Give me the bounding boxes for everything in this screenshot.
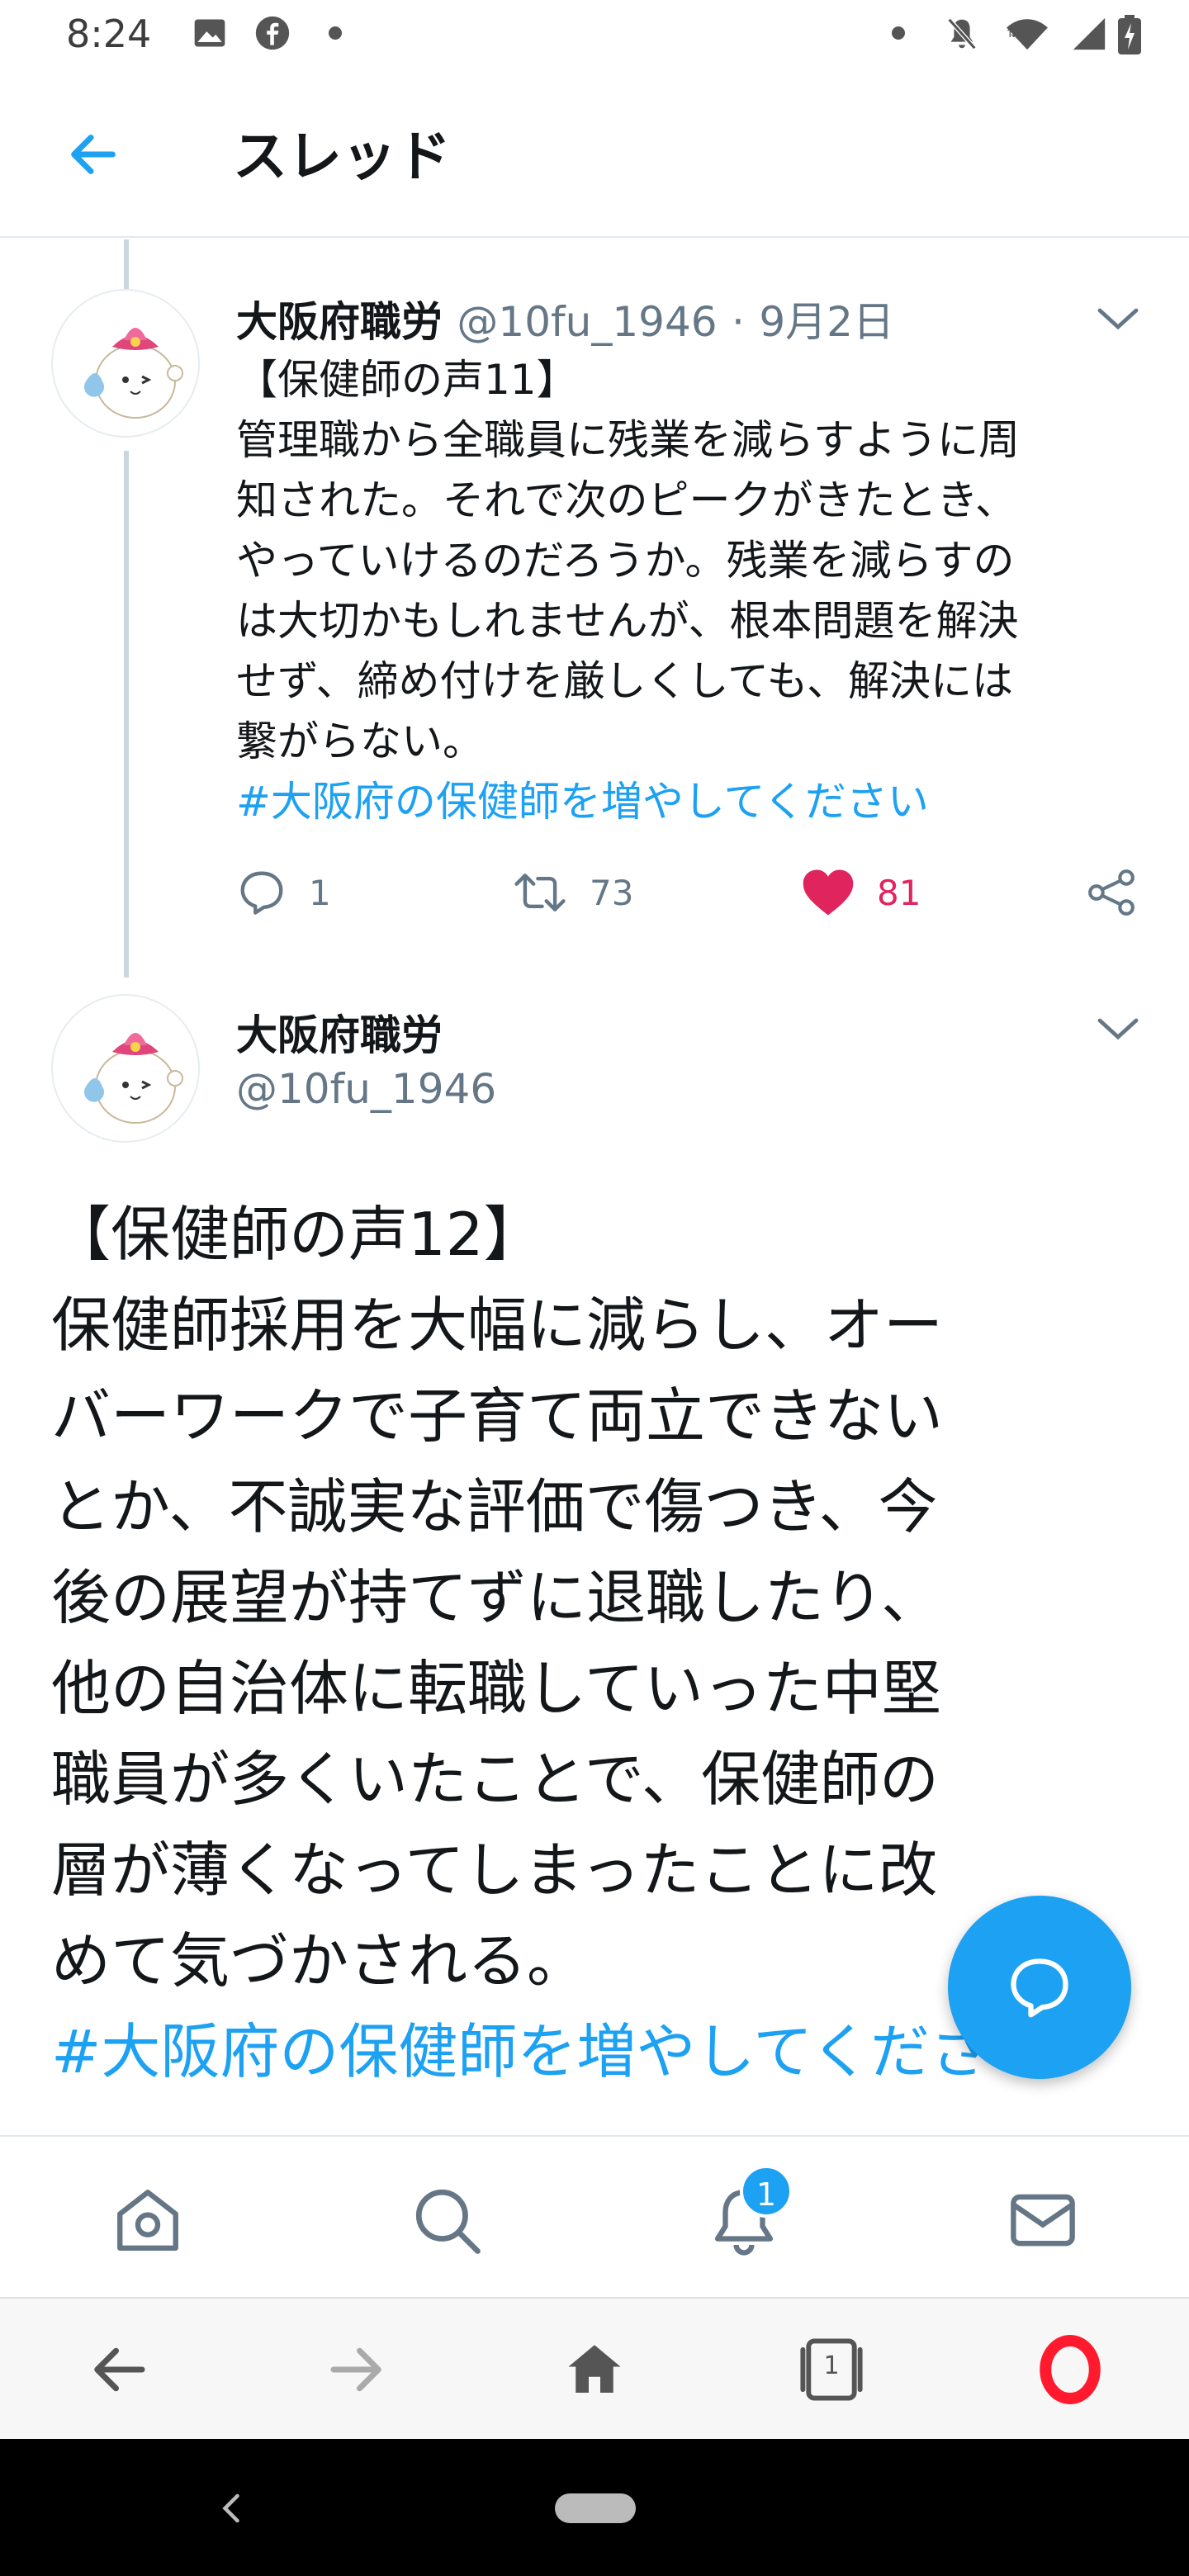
author-name[interactable]: 大阪府職労 (236, 298, 443, 346)
home-pill[interactable] (555, 2493, 636, 2523)
tweet-actions: 1 73 81 (236, 867, 1144, 925)
signal-icon (1073, 17, 1106, 50)
wifi-icon: ⇅ (1007, 19, 1048, 50)
svg-text:⇅: ⇅ (1007, 26, 1017, 40)
status-bar: 8:24 ⇅ (0, 0, 1189, 76)
retweet-icon (514, 874, 566, 912)
browser-forward-icon[interactable] (322, 2335, 391, 2404)
chevron-down-icon[interactable] (1095, 302, 1141, 335)
share-button[interactable] (1085, 867, 1138, 918)
thread-line (124, 239, 129, 289)
retweet-button[interactable]: 73 (512, 867, 633, 918)
thread-line (124, 451, 129, 978)
tweet-line: 保健師採用を大幅に減らし、オー (51, 1290, 944, 1360)
tweet-line: バーワークで子育て両立できない (51, 1381, 944, 1451)
browser-home-icon[interactable] (560, 2335, 629, 2404)
tweet-header: 大阪府職労 @10fu_1946 · 9月2日 (236, 289, 894, 348)
tweet-line: 層が薄くなってしまったことに改 (51, 1835, 938, 1905)
author-name[interactable]: 大阪府職労 (236, 1002, 443, 1062)
bottom-tab-bar (0, 2135, 1189, 2297)
tabs-button[interactable]: 1 (794, 2335, 869, 2404)
share-icon (1088, 869, 1135, 916)
tweet-line: 管理職から全職員に残業を減らすように周 (236, 416, 1020, 464)
tweet-line: 後の展望が持てずに退職したり、 (51, 1563, 941, 1632)
back-arrow-icon[interactable] (64, 125, 122, 183)
meta-separator: · (732, 298, 745, 346)
system-navigation-bar (0, 2439, 1189, 2576)
dot-icon (892, 26, 905, 40)
compose-button[interactable] (948, 1896, 1131, 2079)
battery-icon (1118, 15, 1141, 54)
tweet-line: せず、締め付けを厳しくしても、解決には (236, 657, 1013, 705)
mascot-avatar-icon (84, 328, 183, 419)
heart-filled-icon (803, 869, 854, 916)
status-time: 8:24 (66, 12, 152, 56)
page-title: スレッド (233, 125, 451, 188)
like-count: 81 (877, 872, 921, 913)
search-icon[interactable] (410, 2183, 484, 2257)
browser-toolbar: 1 (0, 2297, 1189, 2439)
tweet-line: 【保健師の声12】 (51, 1200, 543, 1269)
tweet-line: 職員が多くいたことで、保健師の (51, 1745, 939, 1814)
notification-badge: 1 (740, 2165, 793, 2218)
tweet-line: やっていけるのだろうか。残業を減らすの (236, 537, 1015, 585)
mute-icon (947, 17, 977, 50)
like-button[interactable]: 81 (801, 867, 921, 918)
tweet-line: 繋がらない。 (236, 717, 484, 765)
tab-count: 1 (823, 2351, 840, 2380)
thread-header: スレッド (0, 76, 1189, 238)
system-back-icon[interactable] (216, 2492, 246, 2525)
tweet-body: 【保健師の声11】 管理職から全職員に残業を減らすように周 知された。それで次の… (236, 350, 1136, 832)
tweet-line: 【保健師の声11】 (236, 356, 578, 404)
retweet-count: 73 (590, 872, 634, 913)
tweet-date[interactable]: 9月2日 (759, 298, 894, 346)
reply-bubble-icon (1011, 1958, 1068, 2018)
mascot-avatar-icon (84, 1033, 183, 1124)
home-icon[interactable] (111, 2183, 185, 2257)
tweet-line: 他の自治体に転職していった中堅 (51, 1654, 941, 1723)
tweet-line: は大切かもしれませんが、根本問題を解決 (236, 597, 1019, 645)
facebook-icon (255, 16, 290, 50)
reply-count: 1 (309, 872, 331, 913)
dot-icon (329, 26, 342, 40)
opera-menu-icon[interactable] (1035, 2335, 1105, 2404)
gallery-icon (194, 19, 225, 47)
tweet-line: 知された。それで次のピークがきたとき、 (236, 476, 1016, 524)
chevron-down-icon[interactable] (1095, 1012, 1141, 1045)
browser-back-icon[interactable] (84, 2335, 154, 2404)
avatar[interactable] (51, 994, 200, 1143)
author-handle[interactable]: @10fu_1946 (236, 1065, 496, 1113)
avatar[interactable] (51, 289, 200, 438)
author-handle[interactable]: @10fu_1946 (457, 298, 717, 346)
hashtag-link[interactable]: #大阪府の保健師を増やしてください (236, 772, 1136, 832)
tweet-line: とか、不誠実な評価で傷つき、今 (51, 1472, 938, 1541)
reply-button[interactable]: 1 (236, 867, 331, 918)
messages-icon[interactable] (1006, 2183, 1080, 2257)
reply-icon (240, 871, 283, 915)
